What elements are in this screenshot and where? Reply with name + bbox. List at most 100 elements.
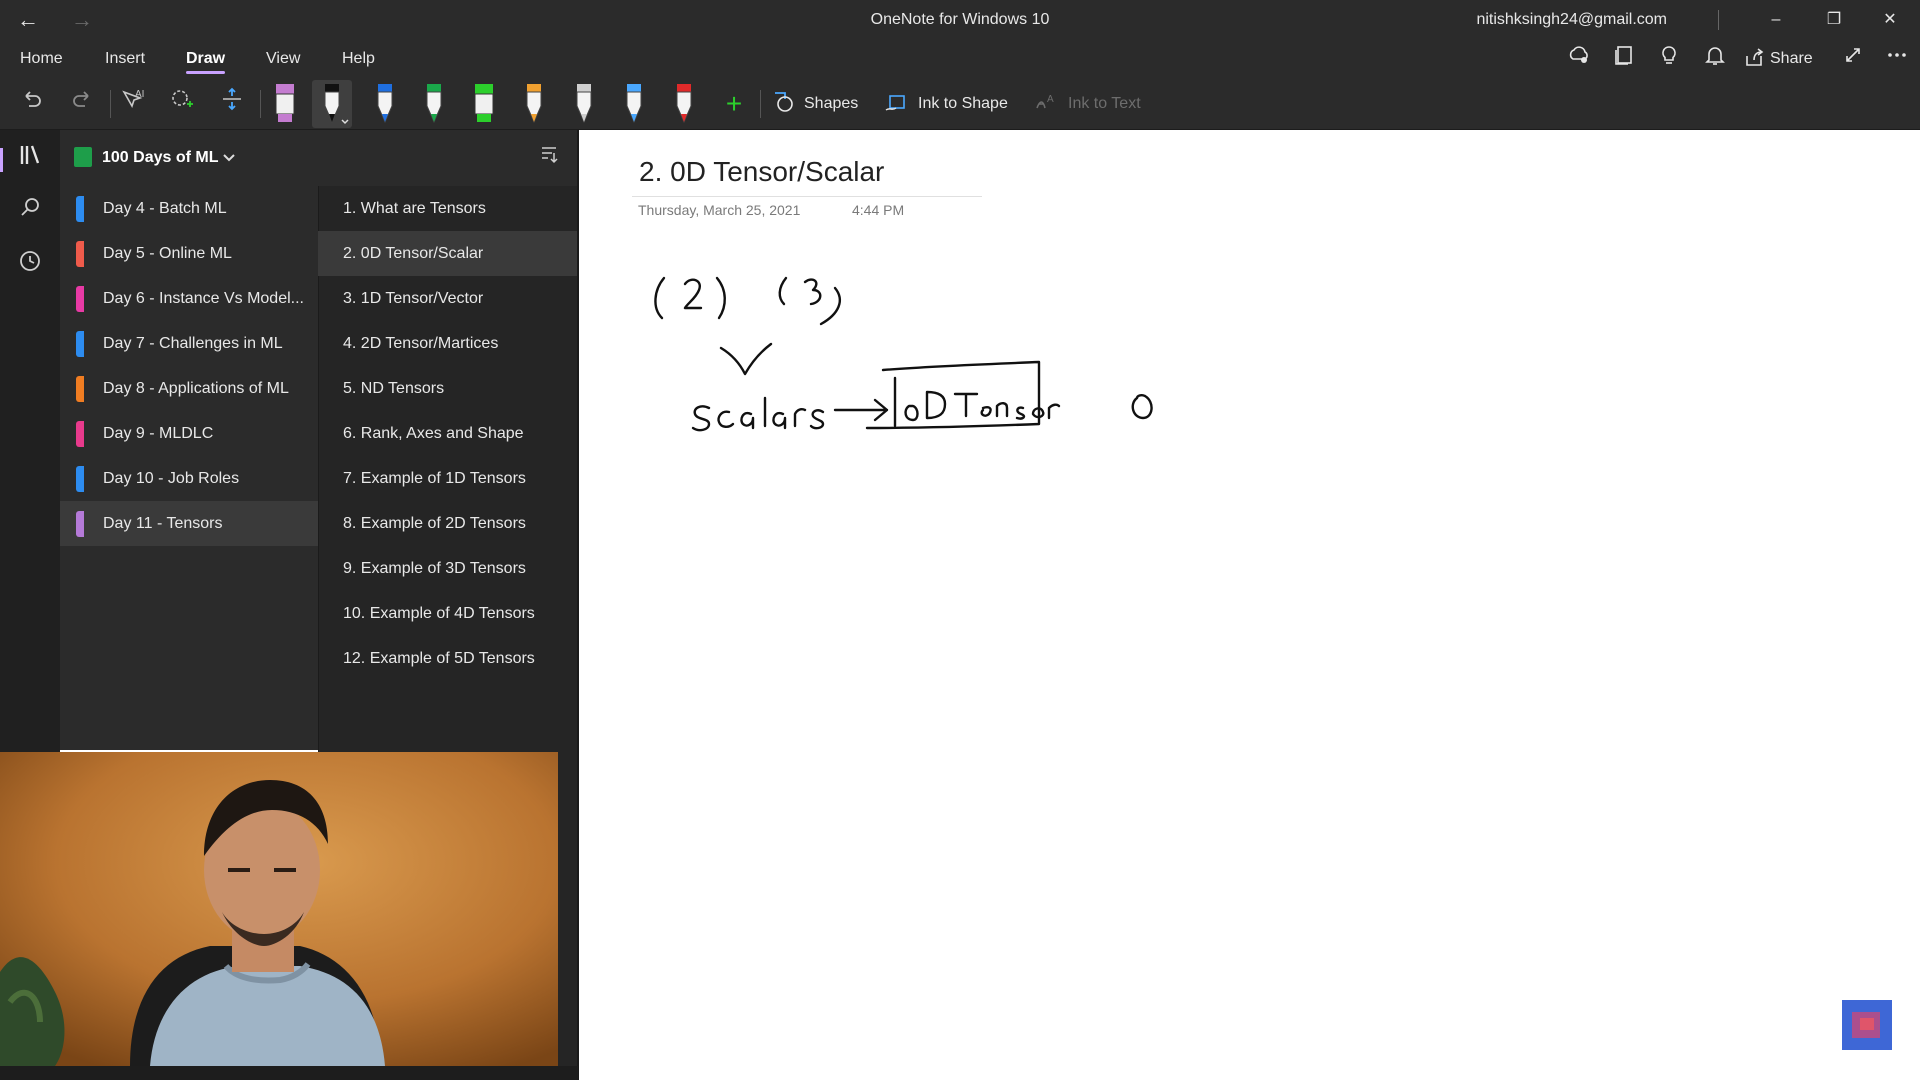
section-item[interactable]: Day 10 - Job Roles xyxy=(60,456,318,501)
ink-letter-0 xyxy=(904,404,919,422)
recent-clock-icon[interactable] xyxy=(10,246,50,286)
more-icon[interactable] xyxy=(1882,44,1912,74)
account-email[interactable]: nitishksingh24@gmail.com xyxy=(1476,0,1667,40)
restore-button[interactable]: ❐ xyxy=(1806,0,1862,40)
ink-paren-right xyxy=(715,276,726,320)
ink-to-text-icon: A xyxy=(1036,94,1054,109)
close-button[interactable]: ✕ xyxy=(1862,0,1918,40)
page-label: 7. Example of 1D Tensors xyxy=(343,470,526,487)
page-item[interactable]: 5. ND Tensors xyxy=(318,366,578,411)
redo-icon[interactable] xyxy=(64,86,100,122)
notebook-icon[interactable] xyxy=(1609,44,1639,74)
svg-text:A: A xyxy=(1047,94,1054,105)
section-item[interactable]: Day 11 - Tensors xyxy=(60,501,318,546)
ink-digit-2 xyxy=(683,278,703,310)
pen-highlighter-green[interactable] xyxy=(464,80,504,128)
tab-view[interactable]: View xyxy=(266,40,300,78)
pen-orange[interactable] xyxy=(514,80,554,128)
forward-arrow-icon[interactable]: → xyxy=(68,6,96,34)
page-item[interactable]: 12. Example of 5D Tensors xyxy=(318,636,578,681)
back-arrow-icon[interactable]: ← xyxy=(14,6,42,34)
section-color-tab xyxy=(76,241,84,267)
page-item[interactable]: 10. Example of 4D Tensors xyxy=(318,591,578,636)
share-label: Share xyxy=(1770,50,1813,67)
lightbulb-icon[interactable] xyxy=(1654,44,1684,74)
pen-green[interactable] xyxy=(414,80,454,128)
notebook-header: 100 Days of ML xyxy=(60,130,578,186)
ink-paren-right-2 xyxy=(819,286,841,326)
tab-draw[interactable]: Draw xyxy=(186,40,226,78)
ink-box xyxy=(865,360,1041,430)
page-label: 9. Example of 3D Tensors xyxy=(343,560,526,577)
share-button[interactable]: Share xyxy=(1744,44,1813,74)
pen-red[interactable] xyxy=(664,80,704,128)
ink-letter-s xyxy=(691,405,711,432)
page-item[interactable]: 7. Example of 1D Tensors xyxy=(318,456,578,501)
section-label: Day 10 - Job Roles xyxy=(103,470,240,487)
section-item[interactable]: Day 6 - Instance Vs Model... xyxy=(60,276,318,321)
section-label: Day 11 - Tensors xyxy=(103,515,223,532)
ink-letter-c xyxy=(717,410,735,428)
ink-to-shape-button[interactable]: Ink to Shape xyxy=(884,78,1008,130)
pen-highlighter-purple[interactable] xyxy=(265,80,305,128)
sync-icon[interactable] xyxy=(1564,44,1594,74)
page-item[interactable]: 3. 1D Tensor/Vector xyxy=(318,276,578,321)
page-item[interactable]: 6. Rank, Axes and Shape xyxy=(318,411,578,456)
share-icon xyxy=(1746,48,1764,66)
fullscreen-icon[interactable] xyxy=(1838,44,1868,74)
page-label: 3. 1D Tensor/Vector xyxy=(343,290,484,307)
page-label: 2. 0D Tensor/Scalar xyxy=(343,245,484,262)
ink-to-text-button[interactable]: A Ink to Text xyxy=(1034,78,1141,130)
page-item[interactable]: 8. Example of 2D Tensors xyxy=(318,501,578,546)
ink-letter-r xyxy=(793,408,807,428)
draw-toolbar: AI + Shapes Ink to Shape A Ink to Text xyxy=(0,78,1920,130)
page-item[interactable]: 2. 0D Tensor/Scalar xyxy=(318,231,578,276)
section-item[interactable]: Day 5 - Online ML xyxy=(60,231,318,276)
section-color-tab xyxy=(76,376,84,402)
add-pen-icon[interactable]: + xyxy=(716,86,752,122)
handwritten-ink[interactable] xyxy=(579,130,1920,1080)
shapes-label: Shapes xyxy=(804,95,859,112)
toolbar-divider xyxy=(260,90,261,118)
section-item[interactable]: Day 9 - MLDLC xyxy=(60,411,318,456)
notebooks-icon[interactable] xyxy=(0,140,50,180)
page-item[interactable]: 9. Example of 3D Tensors xyxy=(318,546,578,591)
webcam-video xyxy=(0,752,558,1066)
pen-blue[interactable] xyxy=(365,80,405,128)
section-item[interactable]: Day 7 - Challenges in ML xyxy=(60,321,318,366)
ink-to-shape-icon xyxy=(885,95,905,111)
lasso-select-icon[interactable] xyxy=(164,86,200,122)
page-label: 8. Example of 2D Tensors xyxy=(343,515,526,532)
pen-light-blue[interactable] xyxy=(614,80,654,128)
bell-icon[interactable] xyxy=(1700,44,1730,74)
shapes-button[interactable]: Shapes xyxy=(772,78,858,130)
page-label: 4. 2D Tensor/Martices xyxy=(343,335,499,352)
sort-icon[interactable] xyxy=(534,143,564,173)
type-select-icon[interactable]: AI xyxy=(115,86,151,122)
section-item[interactable]: Day 4 - Batch ML xyxy=(60,186,318,231)
undo-icon[interactable] xyxy=(14,86,50,122)
ink-letter-d xyxy=(925,390,947,420)
tab-insert[interactable]: Insert xyxy=(105,40,145,78)
pen-black[interactable] xyxy=(312,80,352,128)
tab-help[interactable]: Help xyxy=(342,40,375,78)
page-item[interactable]: 1. What are Tensors xyxy=(318,186,578,231)
ink-digit-3 xyxy=(803,278,822,306)
video-thumbnail[interactable] xyxy=(1842,1000,1892,1050)
svg-text:AI: AI xyxy=(135,89,144,100)
title-divider xyxy=(1718,10,1719,30)
pen-white[interactable] xyxy=(564,80,604,128)
section-item[interactable]: Day 8 - Applications of ML xyxy=(60,366,318,411)
minimize-button[interactable]: – xyxy=(1748,0,1804,40)
search-icon[interactable] xyxy=(10,192,50,232)
page-label: 1. What are Tensors xyxy=(343,200,486,217)
ink-letter-n xyxy=(995,402,1009,418)
page-label: 12. Example of 5D Tensors xyxy=(343,650,535,667)
add-space-icon[interactable] xyxy=(214,86,250,122)
chevron-down-icon[interactable] xyxy=(222,130,236,186)
section-label: Day 7 - Challenges in ML xyxy=(103,335,283,352)
tab-home[interactable]: Home xyxy=(20,40,63,78)
notebook-name[interactable]: 100 Days of ML xyxy=(102,130,218,186)
page-item[interactable]: 4. 2D Tensor/Martices xyxy=(318,321,578,366)
ink-arrow xyxy=(833,398,889,422)
